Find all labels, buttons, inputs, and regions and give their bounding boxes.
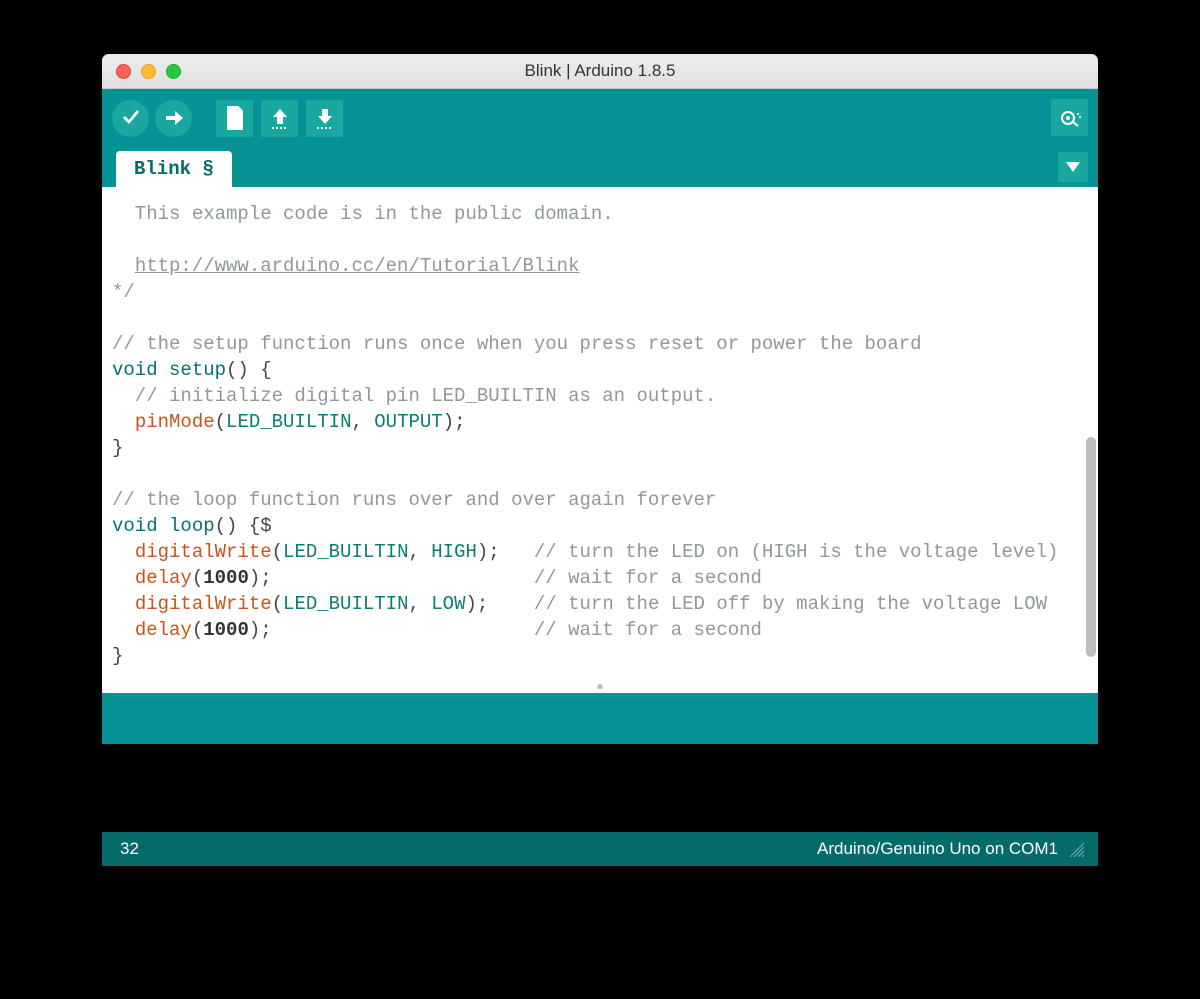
code-text: digitalWrite [135,593,272,615]
code-text: digitalWrite [135,541,272,563]
code-text: LOW [431,593,465,615]
code-editor[interactable]: This example code is in the public domai… [102,187,1098,679]
code-text: } [112,437,123,459]
arrow-up-icon [269,105,291,131]
code-text [112,411,135,433]
status-bar: 32 Arduino/Genuino Uno on COM1 [102,832,1098,866]
save-sketch-button[interactable] [306,100,343,137]
code-text: loop [158,515,215,537]
code-text: 1000 [203,567,249,589]
code-text: ); [249,619,534,641]
code-text [112,619,135,641]
code-text: // the loop function runs over and over … [112,489,716,511]
code-text: */ [112,281,135,303]
code-text: ); [249,567,534,589]
code-text: ( [215,411,226,433]
code-text: This example code is in the public domai… [112,203,614,225]
code-text: LED_BUILTIN [226,411,351,433]
code-text: // initialize digital pin LED_BUILTIN as… [112,385,716,407]
minimize-window-icon[interactable] [141,64,156,79]
board-port-label: Arduino/Genuino Uno on COM1 [817,839,1058,859]
code-text: , [351,411,374,433]
serial-monitor-icon [1058,106,1082,130]
tab-bar: Blink § [102,147,1098,187]
code-text: // wait for a second [534,619,762,641]
code-text: pinMode [135,411,215,433]
output-console [102,693,1098,744]
code-text [112,255,135,277]
serial-monitor-button[interactable] [1051,99,1088,136]
code-text [112,229,135,251]
line-number: 32 [120,839,139,859]
code-text: delay [135,567,192,589]
upload-button[interactable] [155,100,192,137]
code-text: ); [443,411,466,433]
code-text: ( [272,541,283,563]
tab-blink[interactable]: Blink § [116,151,232,187]
arrow-right-icon [163,107,185,129]
toolbar [102,89,1098,147]
code-text: void [112,359,158,381]
code-text: ( [272,593,283,615]
zoom-window-icon[interactable] [166,64,181,79]
code-text: HIGH [431,541,477,563]
message-area [102,744,1098,832]
new-sketch-button[interactable] [216,100,253,137]
titlebar: Blink | Arduino 1.8.5 [102,54,1098,89]
code-text: , [408,593,431,615]
open-sketch-button[interactable] [261,100,298,137]
code-text: () { [226,359,272,381]
code-text: , [408,541,431,563]
window-title: Blink | Arduino 1.8.5 [102,61,1098,81]
tab-menu-button[interactable] [1058,152,1088,182]
code-text: // wait for a second [534,567,762,589]
code-text: } [112,645,123,667]
code-text: ( [192,619,203,641]
scrollbar-thumb[interactable] [1086,437,1096,657]
arduino-ide-window: Blink | Arduino 1.8.5 Blink § This examp… [102,54,1098,866]
code-text: LED_BUILTIN [283,593,408,615]
code-text: 1000 [203,619,249,641]
code-text: void [112,515,158,537]
code-text: ); [477,541,534,563]
check-icon [120,107,142,129]
code-text [112,593,135,615]
code-text: OUTPUT [374,411,442,433]
code-text: ( [192,567,203,589]
code-text: // the setup function runs once when you… [112,333,922,355]
file-icon [224,105,246,131]
close-window-icon[interactable] [116,64,131,79]
chevron-down-icon [1066,162,1080,172]
code-text: // turn the LED off by making the voltag… [534,593,1047,615]
verify-button[interactable] [112,100,149,137]
code-text: delay [135,619,192,641]
code-text [112,541,135,563]
code-text: () {$ [215,515,272,537]
code-text: // turn the LED on (HIGH is the voltage … [534,541,1059,563]
arrow-down-icon [314,105,336,131]
code-text [112,567,135,589]
code-text: LED_BUILTIN [283,541,408,563]
resize-grip-icon[interactable] [1068,841,1084,857]
tutorial-link[interactable]: http://www.arduino.cc/en/Tutorial/Blink [135,255,580,277]
code-text: setup [158,359,226,381]
code-text: ); [466,593,534,615]
splitter-handle-icon[interactable]: ● [102,679,1098,693]
